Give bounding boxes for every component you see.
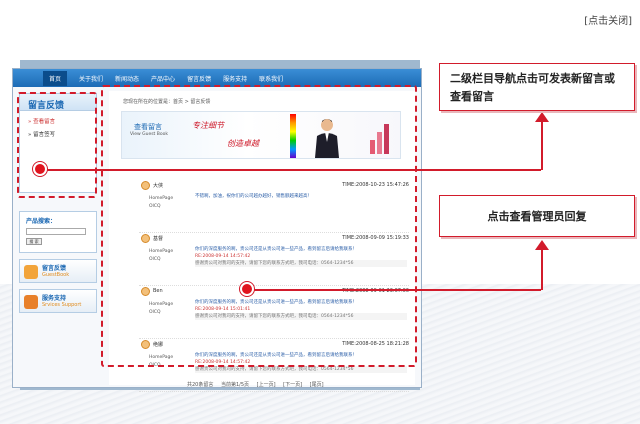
nav-item-contact[interactable]: 联系我们 [259, 74, 283, 83]
reply-text: 感谢贵公司对我司的支持，请留下您的联系方式吧，我司电话：0564-1234*56 [195, 366, 407, 373]
leader-line-sidebar [47, 169, 541, 171]
product-search: 产品搜索： 搜 索 [19, 211, 97, 253]
pagination: 共20条留言 当前第1/5页 [上一页] [下一页] [尾页] [187, 381, 330, 388]
arrow-up-icon [535, 240, 549, 250]
annotation-dot-sidebar [33, 162, 47, 176]
nav-item-news[interactable]: 新闻动态 [115, 74, 139, 83]
guestbook-button-title: 留言反馈 [42, 265, 67, 272]
search-button[interactable]: 搜 索 [26, 238, 42, 245]
support-button[interactable]: 服务支持 Srvices Support [19, 289, 97, 313]
nav-item-home[interactable]: 首页 [43, 70, 68, 86]
pager-current: 当前第1/5页 [220, 382, 250, 388]
callout-reply-text: 点击查看管理员回复 [487, 210, 587, 223]
search-input[interactable] [26, 228, 86, 235]
guestbook-icon [24, 265, 38, 279]
leader-line-up-2 [541, 248, 543, 290]
callout-reply-note: 点击查看管理员回复 [439, 195, 635, 237]
content-highlight [101, 85, 417, 367]
arrow-up-icon [535, 112, 549, 122]
callout-nav-note: 二级栏目导航点击可发表新留言或查看留言 [439, 63, 635, 111]
guestbook-button-sub: GuestBook [42, 272, 70, 278]
support-icon [24, 295, 38, 309]
close-link[interactable]: [点击关闭] [584, 12, 632, 27]
support-button-title: 服务支持 [42, 295, 67, 302]
callout-nav-text: 二级栏目导航点击可发表新留言或查看留言 [450, 72, 615, 103]
leader-line-reply [254, 289, 541, 291]
leader-line-up [541, 120, 543, 170]
support-button-sub: Srvices Support [42, 302, 82, 308]
nav-item-feedback[interactable]: 留言反馈 [187, 74, 211, 83]
guestbook-button[interactable]: 留言反馈 GuestBook [19, 259, 97, 283]
nav-item-about[interactable]: 关于我们 [79, 74, 103, 83]
pager-last[interactable]: [尾页] [310, 382, 324, 388]
pager-prev[interactable]: [上一页] [257, 382, 276, 388]
pager-total: 共20条留言 [187, 382, 214, 388]
pager-next[interactable]: [下一页] [283, 382, 302, 388]
nav-item-support[interactable]: 服务支持 [223, 74, 247, 83]
search-label: 产品搜索： [26, 218, 57, 225]
annotation-dot-reply [240, 282, 254, 296]
sidebar-highlight [17, 92, 97, 198]
nav-item-products[interactable]: 产品中心 [151, 74, 175, 83]
